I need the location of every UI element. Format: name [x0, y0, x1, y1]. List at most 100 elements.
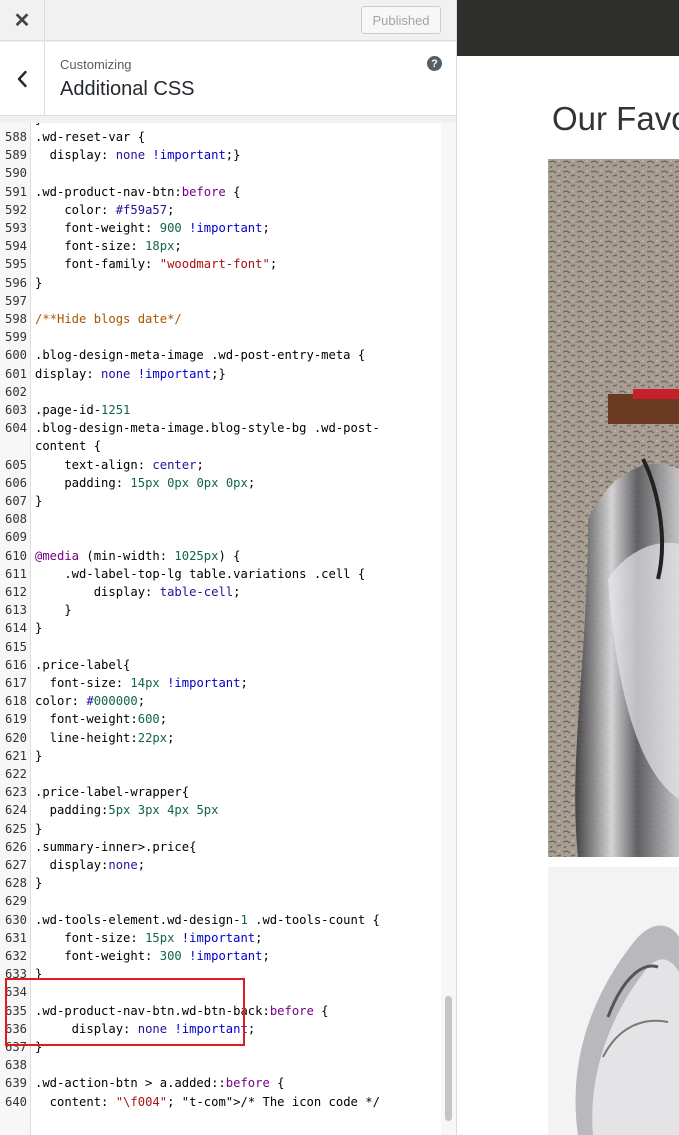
code-line: 623 .price-label-wrapper{ [0, 783, 441, 801]
code-line: 609 [0, 528, 441, 546]
code-text: font-weight: 300 !important; [35, 949, 270, 963]
code-text: content: "\f004"; "t-com">/* The icon co… [35, 1094, 380, 1109]
section-header: Customizing Additional CSS ? [0, 42, 456, 116]
code-line: 611 .wd-label-top-lg table.variations .c… [0, 565, 441, 583]
line-number: 594 [4, 239, 27, 254]
line-number: 612 [4, 585, 27, 599]
code-line: 620 line-height:22px; [0, 729, 441, 747]
product-photo [548, 159, 679, 857]
code-line: 617 font-size: 14px !important; [0, 674, 441, 692]
code-line: 630 .wd-tools-element.wd-design-1 .wd-too… [0, 911, 441, 929]
chevron-left-icon [17, 70, 27, 88]
code-text: font-weight: 900 !important; [35, 221, 270, 235]
line-number: 599 [4, 330, 27, 345]
code-line: 593 font-weight: 900 !important; [0, 219, 441, 237]
code-line: 627 display:none; [0, 856, 441, 874]
line-number: 614 [4, 621, 27, 636]
code-line: 621} [0, 747, 441, 765]
code-line: 618 color: #000000; [0, 692, 441, 710]
line-number: 624 [4, 803, 27, 818]
code-line: 595 font-family: "woodmart-font"; [0, 255, 441, 273]
code-line: 594 font-size: 18px; [0, 237, 441, 255]
breadcrumb: Customizing [60, 57, 132, 72]
line-number: 597 [4, 293, 27, 308]
code-text: } [35, 1040, 43, 1054]
line-number: 615 [4, 639, 27, 654]
code-line: 600 .blog-design-meta-image .wd-post-entr… [0, 346, 441, 364]
code-text: display: table-cell; [35, 585, 241, 599]
line-number: 630 [4, 912, 27, 927]
line-number: 592 [4, 202, 27, 217]
code-line: 634 [0, 983, 441, 1001]
line-number: 596 [4, 275, 27, 290]
code-line: 615 [0, 638, 441, 656]
line-number: 588 [4, 130, 27, 144]
preview-header-bar [457, 0, 679, 56]
code-line: 628} [0, 874, 441, 892]
line-number: 605 [4, 457, 27, 472]
code-line: 625} [0, 820, 441, 838]
line-number: 632 [4, 949, 27, 963]
product-photo-2 [548, 867, 679, 1135]
code-line: 638 [0, 1056, 441, 1074]
code-line: 602 [0, 383, 441, 401]
line-number: 601 [4, 366, 27, 381]
line-number: 609 [4, 530, 27, 545]
code-line: 626 .summary-inner>.price{ [0, 838, 441, 856]
code-text: padding: 15px 0px 0px 0px; [35, 475, 256, 490]
line-number: 625 [4, 821, 27, 836]
code-line: content { [0, 437, 441, 455]
code-line: 624 padding:5px 3px 4px 5px [0, 801, 441, 819]
code-text: } [35, 748, 43, 763]
code-text: display:none; [35, 858, 146, 872]
code-line: 598 /**Hide blogs date*/ [0, 310, 441, 328]
code-text: .wd-product-nav-btn:before { [35, 184, 241, 199]
code-text: .summary-inner>.price{ [35, 839, 197, 854]
line-number: 620 [4, 730, 27, 745]
line-number: 595 [4, 257, 27, 272]
close-button[interactable]: ✕ [0, 0, 45, 41]
code-text: @media (min-width: 1025px) { [35, 548, 241, 563]
preview-heading: Our Favo [552, 100, 679, 137]
code-line: 606 padding: 15px 0px 0px 0px; [0, 474, 441, 492]
css-code-editor[interactable]: 586} 588.wd-reset-var {589 display: none… [0, 123, 456, 1135]
line-number: 623 [4, 785, 27, 800]
code-text: } [35, 876, 43, 891]
line-number: 621 [4, 748, 27, 763]
published-button[interactable]: Published [361, 6, 441, 34]
code-line: 590 [0, 164, 441, 182]
line-number: 638 [4, 1058, 27, 1073]
preview-product-image[interactable] [548, 159, 679, 857]
line-number: 619 [4, 712, 27, 727]
code-text: } [35, 621, 43, 636]
preview-product-image-2[interactable] [548, 867, 679, 1135]
line-number: 627 [4, 858, 27, 872]
code-line: 639 .wd-action-btn > a.added::before { [0, 1074, 441, 1092]
code-line: 592 color: #f59a57; [0, 201, 441, 219]
code-text: line-height:22px; [35, 730, 175, 745]
line-number: 636 [4, 1021, 27, 1036]
code-line: 614} [0, 619, 441, 637]
line-number: 603 [4, 403, 27, 417]
code-text: } [35, 821, 43, 836]
code-text: font-family: "woodmart-font"; [35, 257, 278, 272]
code-text: .wd-action-btn > a.added::before { [35, 1076, 285, 1091]
code-line: 619 font-weight:600; [0, 710, 441, 728]
code-text: font-size: 18px; [35, 239, 182, 254]
line-number: 626 [4, 839, 27, 854]
customizer-panel: ✕ Published Customizing Additional CSS ?… [0, 0, 457, 1135]
code-line: 588 .wd-reset-var { [0, 128, 441, 146]
code-text: .blog-design-meta-image .wd-post-entry-m… [35, 348, 366, 363]
back-button[interactable] [0, 42, 45, 116]
page-title: Additional CSS [60, 78, 195, 100]
scrollbar-track[interactable] [441, 123, 456, 1135]
code-line: 637} [0, 1038, 441, 1056]
code-text: .page-id-1251 [35, 403, 131, 417]
site-preview[interactable]: Our Favo [457, 0, 679, 1135]
line-number: 607 [4, 494, 27, 508]
scrollbar-thumb[interactable] [445, 996, 452, 1121]
help-icon[interactable]: ? [427, 56, 442, 71]
line-number: 618 [4, 694, 27, 709]
code-text: padding:5px 3px 4px 5px [35, 803, 219, 818]
code-line: 610 @media (min-width: 1025px) { [0, 547, 441, 565]
